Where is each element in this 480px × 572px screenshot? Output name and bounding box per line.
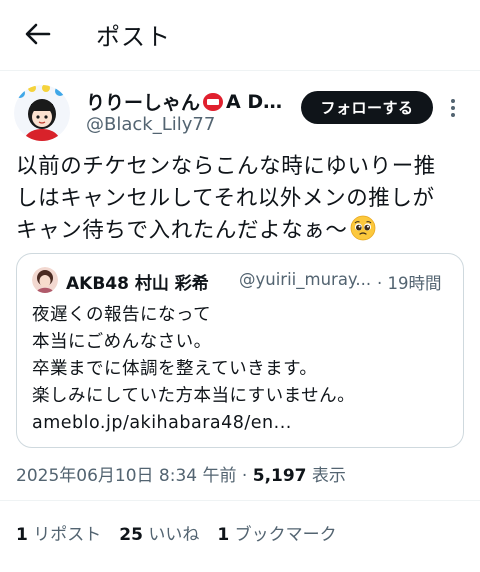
post-meta: 2025年06月10日 8:34 午前 · 5,197 表示 [16,461,346,486]
post-timestamp[interactable]: 2025年06月10日 8:34 午前 · [16,466,253,486]
quoted-author-name: AKB48 村山 彩希 [66,274,209,294]
quoted-line: 夜遅くの報告になって [32,305,212,325]
post-line: しはキャンセルしてそれ以外メンの推しが [16,186,435,211]
quoted-line: 楽しみにしていた方本当にすいません。 [32,386,356,406]
page-title: ポスト [96,23,171,51]
bookmarks-stat[interactable]: 1 ブックマーク [217,520,336,545]
author-display-name[interactable]: りりーしゃん A D… [86,88,282,115]
quoted-text: 夜遅くの報告になって 本当にごめんなさい。 卒業までに体調を整えていきます。 楽… [32,302,355,437]
meta-divider [0,500,480,501]
follow-button[interactable]: フォローする [301,91,433,124]
post-text: 以前のチケセンならこんな時にゆいりー推 しはキャンセルしてそれ以外メンの推しが … [16,151,471,247]
author-handle[interactable]: @Black_Lily77 [86,114,215,135]
quoted-post-card[interactable]: AKB48 村山 彩希 @yuirii_muray... · 19時間 夜遅くの… [16,253,464,448]
author-avatar[interactable] [14,85,70,141]
badge-icon [203,92,224,111]
quoted-link[interactable]: ameblo.jp/akihabara48/en... [32,410,355,437]
likes-stat[interactable]: 25 いいね [119,520,199,545]
post-line: キャン待ちで入れたんだよなぁ〜 [16,218,348,243]
reposts-label: リポスト [33,525,102,545]
back-button[interactable] [18,16,58,52]
header-divider [0,70,480,71]
reposts-count: 1 [16,525,28,545]
pleading-face-emoji [350,215,375,241]
quoted-line: 本当にごめんなさい。 [32,332,212,352]
views-count: 5,197 [252,466,307,486]
quoted-avatar [32,267,58,293]
quoted-timestamp: · 19時間 [377,274,442,293]
display-name-suffix: A D… [226,90,283,113]
quoted-line: 卒業までに体調を整えていきます。 [32,359,318,379]
back-arrow-icon [25,23,51,45]
likes-label: いいね [148,525,200,545]
display-name-text: りりーしゃん [86,92,201,114]
views-label: 表示 [306,466,346,486]
bookmarks-count: 1 [217,525,230,545]
more-icon[interactable] [446,96,460,120]
bookmarks-label: ブックマーク [234,525,337,545]
quoted-author-handle: @yuirii_muray... [239,270,372,289]
engagement-stats: 1 リポスト 25 いいね 1 ブックマーク [16,520,337,545]
post-line: 以前のチケセンならこんな時にゆいりー推 [16,154,436,179]
likes-count: 25 [119,525,143,545]
reposts-stat[interactable]: 1 リポスト [16,520,101,545]
top-bar: ポスト [0,0,480,70]
